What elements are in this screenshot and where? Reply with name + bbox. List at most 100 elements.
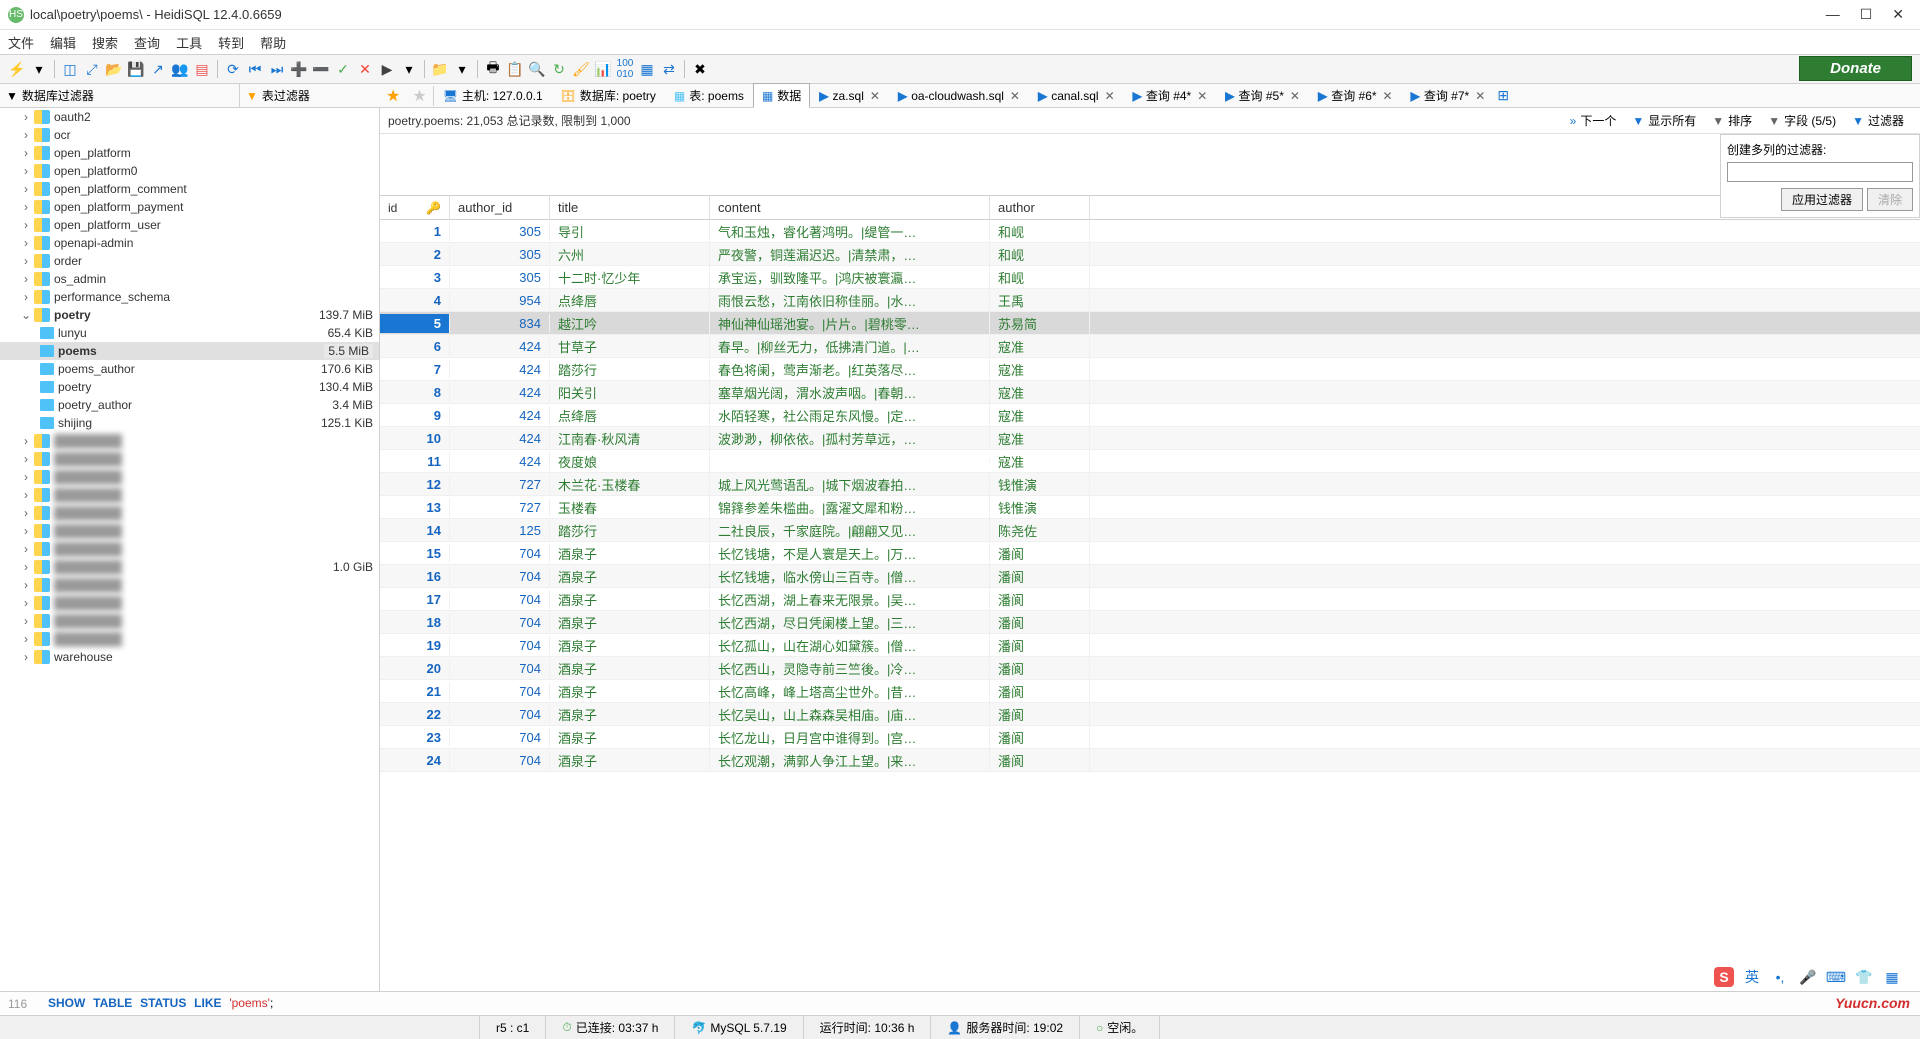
menu-search[interactable]: 搜索 (92, 33, 118, 52)
export-icon[interactable]: ⇄ (660, 60, 678, 78)
tree-db-item[interactable]: ›oauth2 (0, 108, 379, 126)
stats-icon[interactable]: 📊 (594, 60, 612, 78)
ime-grid-icon[interactable]: ▦ (1882, 967, 1902, 987)
refresh-icon[interactable]: ⟳ (224, 60, 242, 78)
filter-input[interactable] (1727, 162, 1913, 182)
table-row[interactable]: 2305六州严夜警，铜莲漏迟迟。|清禁肃，…和岘 (380, 243, 1920, 266)
table-icons-icon[interactable]: ▦ (638, 60, 656, 78)
donate-button[interactable]: Donate (1799, 56, 1912, 81)
table-row[interactable]: 9424点绛唇水陌轻寒，社公雨足东风慢。|定…寇准 (380, 404, 1920, 427)
table-row[interactable]: 10424江南春·秋风清波渺渺，柳依依。|孤村芳草远，…寇准 (380, 427, 1920, 450)
tree-table-item[interactable]: shijing125.1 KiB (0, 414, 379, 432)
favorite-star-gray-icon[interactable]: ★ (406, 86, 432, 106)
show-all-button[interactable]: ▼显示所有 (1624, 112, 1704, 129)
tree-db-blurred[interactable]: ›████████1.0 GiB (0, 558, 379, 576)
table-row[interactable]: 1305导引气和玉烛，睿化著鸿明。|缇管一…和岘 (380, 220, 1920, 243)
ime-lang[interactable]: 英 (1742, 967, 1762, 987)
tree-table-item[interactable]: lunyu65.4 KiB (0, 324, 379, 342)
table-row[interactable]: 17704酒泉子长忆西湖，湖上春来无限景。|吴…潘阆 (380, 588, 1920, 611)
tab-query-5[interactable]: ▶查询 #5*✕ (1216, 83, 1309, 108)
sogou-icon[interactable]: S (1714, 967, 1734, 987)
ime-skin-icon[interactable]: 👕 (1854, 967, 1874, 987)
close-icon[interactable]: ✕ (1197, 89, 1207, 103)
run-dropdown-icon[interactable]: ▾ (400, 60, 418, 78)
tree-db-poetry[interactable]: ⌄ poetry 139.7 MiB (0, 306, 379, 324)
next-button[interactable]: »下一个 (1562, 112, 1625, 129)
filter-text-area[interactable] (380, 134, 1920, 196)
tree-db-blurred[interactable]: ›████████ (0, 522, 379, 540)
tree-db-blurred[interactable]: ›████████ (0, 576, 379, 594)
menu-query[interactable]: 查询 (134, 33, 160, 52)
folder-icon[interactable]: 📁 (431, 60, 449, 78)
table-row[interactable]: 5834越江吟神仙神仙瑶池宴。|片片。|碧桃零…苏易简 (380, 312, 1920, 335)
tree-db-item[interactable]: ›order (0, 252, 379, 270)
reload-icon[interactable]: ↻ (550, 60, 568, 78)
table-row[interactable]: 23704酒泉子长忆龙山，日月宫中谁得到。|宫…潘阆 (380, 726, 1920, 749)
col-content[interactable]: content (710, 196, 990, 219)
table-row[interactable]: 18704酒泉子长忆西湖，尽日凭阑楼上望。|三…潘阆 (380, 611, 1920, 634)
tree-table-item[interactable]: poetry130.4 MiB (0, 378, 379, 396)
tab-query-oa[interactable]: ▶oa-cloudwash.sql✕ (889, 85, 1029, 107)
table-row[interactable]: 20704酒泉子长忆西山，灵隐寺前三竺後。|冷…潘阆 (380, 657, 1920, 680)
table-row[interactable]: 19704酒泉子长忆孤山，山在湖心如黛簇。|僧…潘阆 (380, 634, 1920, 657)
close-icon[interactable]: ✕ (870, 89, 880, 103)
grid-body[interactable]: 1305导引气和玉烛，睿化著鸿明。|缇管一…和岘2305六州严夜警，铜莲漏迟迟。… (380, 220, 1920, 991)
maximize-button[interactable]: ☐ (1860, 6, 1873, 23)
new-connection-icon[interactable]: ⚡ (8, 60, 26, 78)
tab-database[interactable]: 🗄数据库: poetry (552, 83, 665, 108)
binary-icon[interactable]: 100010 (616, 60, 634, 78)
users-icon[interactable]: 👥 (171, 60, 189, 78)
tree-db-blurred[interactable]: ›████████ (0, 486, 379, 504)
sort-button[interactable]: ▼排序 (1704, 112, 1760, 129)
table-row[interactable]: 3305十二时·忆少年承宝运，驯致隆平。|鸿庆被寰瀛…和岘 (380, 266, 1920, 289)
clear-filter-button[interactable]: 清除 (1867, 188, 1913, 211)
tree-db-item[interactable]: ›openapi-admin (0, 234, 379, 252)
table-row[interactable]: 16704酒泉子长忆钱塘，临水傍山三百寺。|僧…潘阆 (380, 565, 1920, 588)
tab-query-7[interactable]: ▶查询 #7*✕ (1402, 83, 1495, 108)
save-icon[interactable]: 💾 (127, 60, 145, 78)
ime-punct-icon[interactable]: •, (1770, 967, 1790, 987)
tab-table[interactable]: ▦表: poems (665, 83, 753, 108)
tree-db-item[interactable]: ›open_platform_user (0, 216, 379, 234)
table-row[interactable]: 22704酒泉子长忆吴山，山上森森吴相庙。|庙…潘阆 (380, 703, 1920, 726)
table-row[interactable]: 21704酒泉子长忆高峰，峰上塔高尘世外。|昔…潘阆 (380, 680, 1920, 703)
db-filter-label[interactable]: 数据库过滤器 (22, 87, 94, 104)
apply-icon[interactable]: ✓ (334, 60, 352, 78)
tab-data[interactable]: ▦数据 (753, 83, 810, 108)
menu-tools[interactable]: 工具 (176, 33, 202, 52)
sidebar[interactable]: ›oauth2›ocr›open_platform›open_platform0… (0, 108, 380, 991)
new-tab-icon[interactable]: ⊞ (1494, 87, 1512, 105)
table-row[interactable]: 4954点绛唇雨恨云愁，江南依旧称佳丽。|水…王禹 (380, 289, 1920, 312)
expand-icon[interactable]: ⤢ (83, 60, 101, 78)
run-icon[interactable]: ▶ (378, 60, 396, 78)
favorite-star-icon[interactable]: ★ (380, 86, 406, 106)
tree-db-item[interactable]: ›open_platform_comment (0, 180, 379, 198)
ime-mic-icon[interactable]: 🎤 (1798, 967, 1818, 987)
dropdown-icon[interactable]: ▾ (30, 60, 48, 78)
import-icon[interactable]: ↗ (149, 60, 167, 78)
tree-table-item[interactable]: poems_author170.6 KiB (0, 360, 379, 378)
table-row[interactable]: 12727木兰花·玉楼春城上风光莺语乱。|城下烟波春拍…钱惟演 (380, 473, 1920, 496)
ime-keyboard-icon[interactable]: ⌨ (1826, 967, 1846, 987)
close-icon[interactable]: ✕ (1105, 89, 1115, 103)
tree-db-blurred[interactable]: ›████████ (0, 450, 379, 468)
col-title[interactable]: title (550, 196, 710, 219)
fields-button[interactable]: ▼字段 (5/5) (1760, 112, 1844, 129)
col-author[interactable]: author (990, 196, 1090, 219)
logs-icon[interactable]: ▤ (193, 60, 211, 78)
close-icon[interactable]: ✕ (1010, 89, 1020, 103)
tree-db-item[interactable]: ›ocr (0, 126, 379, 144)
col-author-id[interactable]: author_id (450, 196, 550, 219)
tree-db-item[interactable]: ›open_platform_payment (0, 198, 379, 216)
first-icon[interactable]: ⏮ (246, 60, 264, 78)
copy-icon[interactable]: 📋 (506, 60, 524, 78)
tree-db-blurred[interactable]: ›████████ (0, 540, 379, 558)
menu-edit[interactable]: 编辑 (50, 33, 76, 52)
tree-table-item[interactable]: poems5.5 MiB (0, 342, 379, 360)
tree-db-warehouse[interactable]: › warehouse (0, 648, 379, 666)
tab-query-6[interactable]: ▶查询 #6*✕ (1309, 83, 1402, 108)
minimize-button[interactable]: — (1826, 6, 1840, 23)
filter-button[interactable]: ▼过滤器 (1844, 112, 1912, 129)
tree-table-item[interactable]: poetry_author3.4 MiB (0, 396, 379, 414)
tree-db-item[interactable]: ›open_platform (0, 144, 379, 162)
